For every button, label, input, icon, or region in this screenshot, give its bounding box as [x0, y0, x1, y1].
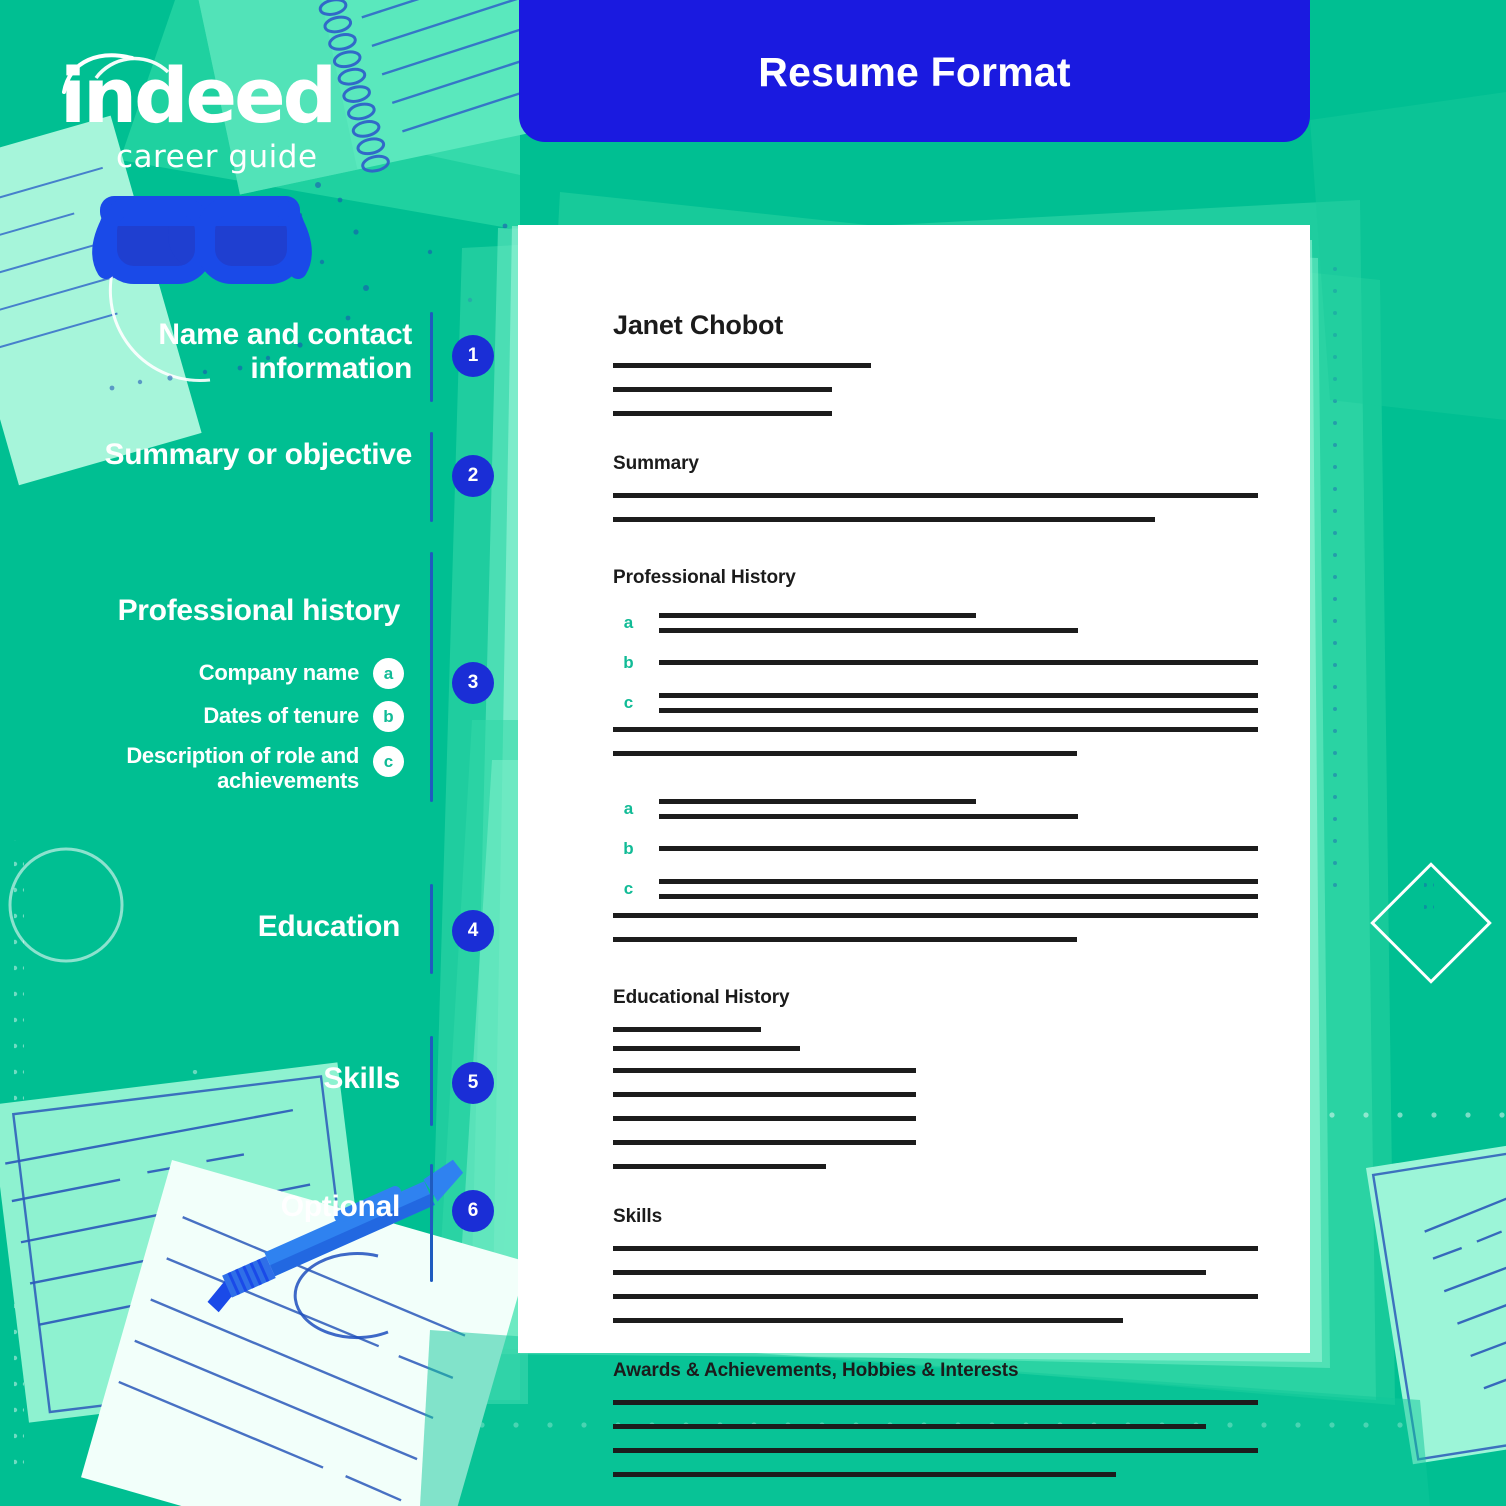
placeholder-line	[613, 1318, 1123, 1323]
sidebar-item-label: Skills	[323, 1062, 400, 1095]
placeholder-line	[613, 1424, 1207, 1429]
placeholder-line	[613, 1270, 1207, 1275]
placeholder-line	[659, 707, 1258, 713]
placeholder-line	[613, 751, 1078, 756]
bullet-letter-a: a	[613, 793, 644, 824]
step-number-1: 1	[452, 335, 494, 377]
placeholder-line	[613, 387, 833, 392]
placeholder-line	[613, 1068, 917, 1073]
step-letter-a: a	[373, 658, 404, 689]
placeholder-line	[613, 1400, 1258, 1405]
placeholder-line	[613, 913, 1258, 918]
resume-name: Janet Chobot	[613, 310, 784, 340]
resume-skills-lines	[613, 1246, 1258, 1323]
placeholder-line	[613, 411, 833, 416]
resume-job-entry: a b c	[613, 793, 1258, 942]
placeholder-line	[613, 1027, 762, 1032]
resume-bullet-a: a	[613, 607, 1258, 638]
step-letter-b: b	[373, 701, 404, 732]
placeholder-line	[613, 1448, 1258, 1453]
placeholder-line	[659, 798, 977, 804]
bullet-letter-b: b	[613, 833, 644, 864]
sidebar-item-skills[interactable]: Skills	[0, 1062, 400, 1096]
resume-bullet-a: a	[613, 793, 1258, 824]
placeholder-line	[613, 1472, 1117, 1477]
step-number-4: 4	[452, 910, 494, 952]
sidebar-item-label: Summary or objective	[104, 438, 413, 471]
placeholder-line	[659, 660, 1258, 665]
placeholder-line	[613, 1140, 917, 1145]
sidebar-subitem-label: Company name	[198, 660, 360, 686]
placeholder-line	[659, 846, 1258, 851]
bullet-letter-a: a	[613, 607, 644, 638]
step-letter-c: c	[373, 746, 404, 777]
sidebar-item-label: Professional history	[117, 594, 401, 627]
bullet-letter-c: c	[613, 687, 644, 718]
placeholder-line	[613, 1294, 1258, 1299]
resume-section-heading-skills: Skills	[613, 1206, 663, 1227]
sidebar-item-label: Education	[257, 910, 401, 943]
placeholder-line	[659, 813, 1079, 819]
sidebar-item-professional-history[interactable]: Professional history	[0, 594, 401, 628]
sidebar-item-label: Optional	[280, 1190, 401, 1223]
step-number-6: 6	[452, 1190, 494, 1232]
sidebar-subitem-label: Dates of tenure	[203, 703, 359, 729]
sidebar-subitem-company-name[interactable]: Company name a	[0, 658, 404, 689]
resume-section-heading-professional-history: Professional History	[613, 567, 796, 588]
placeholder-line	[659, 627, 1079, 633]
resume-bullet-c: c	[613, 687, 1258, 718]
page-title: Resume Format	[758, 48, 1071, 95]
placeholder-line	[613, 1046, 801, 1051]
step-number-3: 3	[452, 662, 494, 704]
rail-tick-1	[430, 312, 433, 402]
sidebar-subitem-label: Description of role and achievements	[126, 743, 359, 793]
rail-tick-5	[430, 1036, 433, 1126]
resume-section-heading-educational-history: Educational History	[613, 987, 790, 1008]
placeholder-line	[613, 1164, 826, 1169]
steps-rail: Name and contact information 1 Summary o…	[0, 0, 510, 1506]
sidebar-subitem-description-of-role[interactable]: Description of role and achievements c	[0, 743, 404, 794]
placeholder-line	[613, 727, 1258, 732]
placeholder-line	[613, 1092, 917, 1097]
placeholder-line	[613, 937, 1078, 942]
resume-job-entry: a b c	[613, 607, 1258, 756]
resume-bullet-b: b	[613, 647, 1258, 678]
sidebar-item-education[interactable]: Education	[0, 910, 401, 944]
rail-tick-2	[430, 432, 433, 522]
placeholder-line	[659, 893, 1258, 899]
rail-tick-6	[430, 1164, 433, 1282]
resume-contact-lines	[613, 363, 1258, 416]
sidebar-item-summary-objective[interactable]: Summary or objective	[0, 438, 413, 472]
sidebar-item-name-contact[interactable]: Name and contact information	[0, 318, 412, 386]
placeholder-line	[613, 493, 1258, 498]
rail-tick-4	[430, 884, 433, 974]
placeholder-line	[659, 878, 1258, 884]
placeholder-line	[613, 517, 1155, 522]
sidebar-item-label: Name and contact information	[158, 318, 412, 385]
resume-optional-lines	[613, 1400, 1258, 1477]
placeholder-line	[659, 692, 1258, 698]
bullet-letter-c: c	[613, 873, 644, 904]
placeholder-line	[613, 1116, 917, 1121]
resume-section-heading-optional: Awards & Achievements, Hobbies & Interes…	[613, 1360, 1019, 1381]
resume-education-lines	[613, 1027, 1258, 1169]
sidebar-subitem-dates-of-tenure[interactable]: Dates of tenure b	[0, 701, 404, 732]
resume-document: Janet Chobot Summary Professional Histor…	[518, 225, 1310, 1477]
rail-tick-3	[430, 552, 433, 802]
sidebar-item-optional[interactable]: Optional	[0, 1190, 401, 1224]
step-number-5: 5	[452, 1062, 494, 1104]
step-number-2: 2	[452, 455, 494, 497]
bullet-letter-b: b	[613, 647, 644, 678]
resume-bullet-c: c	[613, 873, 1258, 904]
infographic-canvas: indeed career guide Resume Format Name a…	[0, 0, 1506, 1506]
header-banner: Resume Format	[519, 0, 1310, 142]
resume-summary-lines	[613, 493, 1258, 522]
placeholder-line	[613, 363, 871, 368]
placeholder-line	[613, 1246, 1258, 1251]
resume-bullet-b: b	[613, 833, 1258, 864]
resume-section-heading-summary: Summary	[613, 453, 699, 474]
placeholder-line	[659, 612, 977, 618]
